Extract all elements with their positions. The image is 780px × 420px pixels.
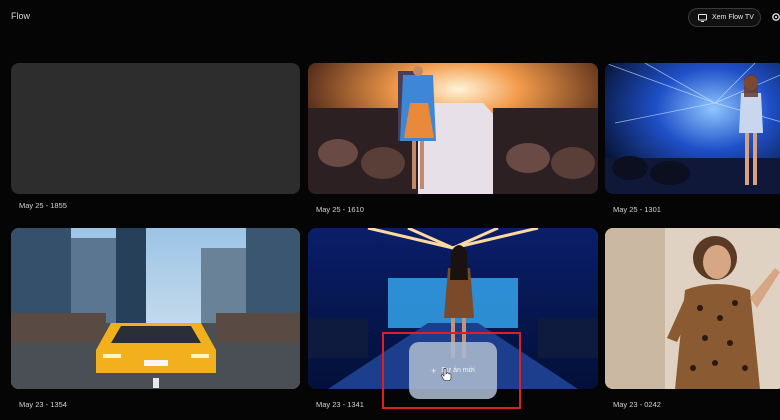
video-thumbnail-3[interactable] — [605, 63, 780, 194]
flow-tv-label: Xem Flow TV — [712, 14, 754, 21]
portrait-scene — [605, 228, 780, 389]
video-caption-2: May 25 - 1610 — [316, 205, 364, 214]
hand-cursor-icon — [441, 368, 452, 381]
car-city-scene — [11, 228, 300, 389]
video-caption-3: May 25 - 1301 — [613, 205, 661, 214]
new-project-button[interactable]: + Dự án mới — [409, 342, 497, 399]
flow-tv-button[interactable]: Xem Flow TV — [688, 8, 761, 27]
video-thumbnail-1[interactable] — [11, 63, 300, 194]
top-bar: Flow Xem Flow TV — [0, 0, 780, 34]
settings-icon[interactable] — [770, 11, 780, 23]
video-thumbnail-2[interactable] — [308, 63, 598, 194]
video-thumbnail-4[interactable] — [11, 228, 300, 389]
video-caption-4: May 23 - 1354 — [19, 400, 67, 409]
video-thumbnail-6[interactable] — [605, 228, 780, 389]
app-title: Flow — [11, 11, 31, 21]
concert-scene — [605, 63, 780, 194]
video-caption-1: May 25 - 1855 — [19, 201, 67, 210]
runway-scene — [308, 63, 598, 194]
video-caption-5: May 23 - 1341 — [316, 400, 364, 409]
video-caption-6: May 23 - 0242 — [613, 400, 661, 409]
tv-icon — [698, 13, 707, 22]
plus-icon: + — [431, 365, 437, 376]
